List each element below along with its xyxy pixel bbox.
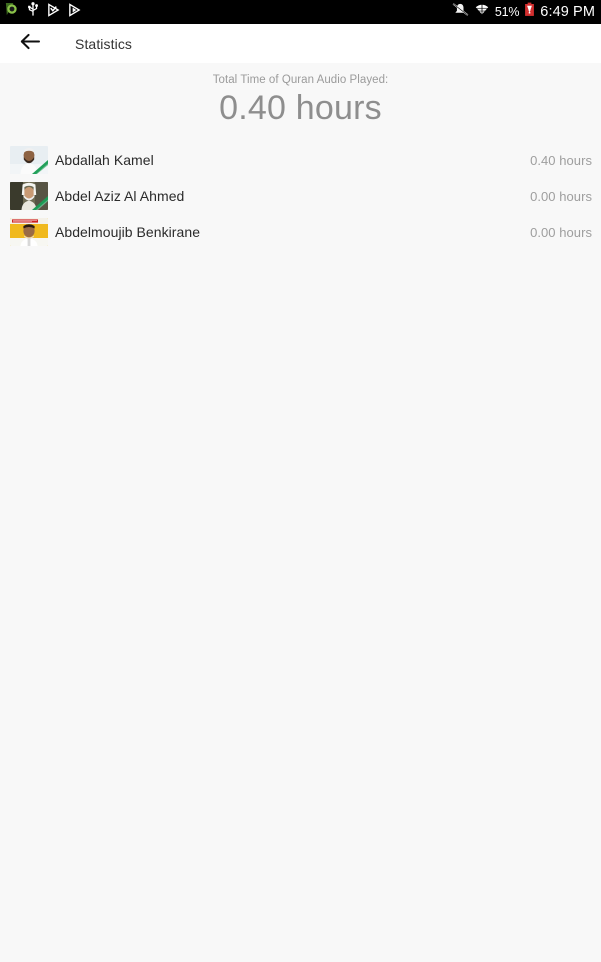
status-bar-left-icons: [4, 2, 81, 22]
statistics-content: Total Time of Quran Audio Played: 0.40 h…: [0, 63, 601, 962]
reciter-duration: 0.40 hours: [530, 152, 592, 168]
wifi-icon: [474, 2, 490, 22]
reciter-name: Abdallah Kamel: [55, 152, 154, 168]
total-time-value: 0.40 hours: [219, 89, 382, 127]
reciter-avatar: [10, 146, 48, 174]
status-bar-right-area: 51% 6:49 PM: [452, 2, 595, 22]
usb-icon: [27, 2, 39, 22]
back-arrow-icon: [20, 33, 41, 55]
mute-bell-icon: [452, 2, 469, 22]
back-button[interactable]: [16, 30, 44, 58]
reciter-duration: 0.00 hours: [530, 188, 592, 204]
battery-alert-icon: [524, 2, 535, 22]
list-item[interactable]: Abdelmoujib Benkirane 0.00 hours: [0, 214, 601, 250]
reciter-list: Abdallah Kamel 0.40 hours Abdel Aziz Al …: [0, 142, 601, 250]
app-toolbar: Statistics: [0, 24, 601, 63]
battery-percentage-label: 51%: [494, 5, 520, 19]
reciter-avatar: [10, 182, 48, 210]
play-store-beta-icon: [47, 2, 60, 22]
reciter-avatar: [10, 218, 48, 246]
app-logo-icon: [4, 2, 19, 22]
total-time-label: Total Time of Quran Audio Played:: [212, 74, 389, 86]
reciter-name: Abdelmoujib Benkirane: [55, 224, 201, 240]
page-title: Statistics: [75, 35, 133, 52]
play-store-icon: [68, 2, 81, 22]
list-item[interactable]: Abdel Aziz Al Ahmed 0.00 hours: [0, 178, 601, 214]
reciter-duration: 0.00 hours: [530, 224, 592, 240]
reciter-name: Abdel Aziz Al Ahmed: [55, 188, 185, 204]
status-bar-clock: 6:49 PM: [540, 4, 595, 20]
total-time-summary: Total Time of Quran Audio Played: 0.40 h…: [0, 63, 601, 128]
status-bar: 51% 6:49 PM: [0, 0, 601, 24]
list-item[interactable]: Abdallah Kamel 0.40 hours: [0, 142, 601, 178]
